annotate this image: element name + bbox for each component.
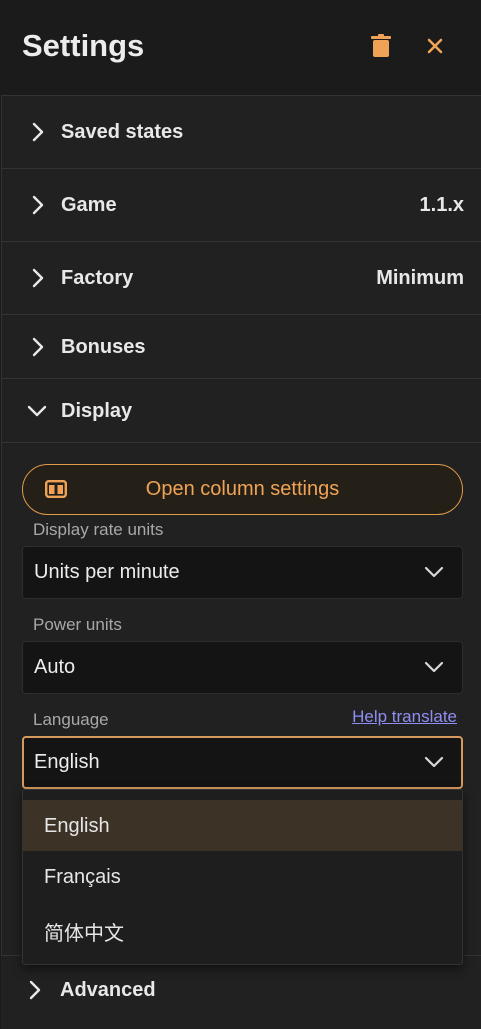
language-option[interactable]: 简体中文 <box>23 902 462 953</box>
chevron-down-icon <box>424 565 444 583</box>
rate-units-label: Display rate units <box>33 520 164 539</box>
chevron-down-icon <box>424 660 444 678</box>
language-value: English <box>34 751 100 773</box>
chevron-right-icon <box>30 337 46 357</box>
section-label: Game <box>61 194 117 216</box>
open-column-settings-button[interactable]: Open column settings <box>22 464 463 515</box>
chevron-down-icon <box>26 401 48 421</box>
section-advanced[interactable]: Advanced <box>1 955 481 1029</box>
language-label: Language <box>33 710 109 729</box>
rate-units-select[interactable]: Units per minute <box>22 546 463 599</box>
chevron-right-icon <box>30 122 46 142</box>
close-button[interactable] <box>419 30 451 62</box>
language-option-label: Français <box>44 866 121 888</box>
power-units-label: Power units <box>33 615 122 634</box>
section-label: Bonuses <box>61 336 146 358</box>
power-units-select[interactable]: Auto <box>22 641 463 694</box>
open-column-settings-label: Open column settings <box>145 478 340 500</box>
trash-icon <box>371 34 391 57</box>
section-label: Saved states <box>61 121 184 143</box>
section-label: Advanced <box>60 979 156 1001</box>
section-value: Minimum <box>376 267 464 289</box>
language-select[interactable]: English <box>22 736 463 789</box>
section-label: Display <box>61 400 133 422</box>
delete-button[interactable] <box>365 30 397 62</box>
section-label: Factory <box>61 267 134 289</box>
help-translate-link[interactable]: Help translate <box>352 707 457 727</box>
settings-header: Settings <box>0 0 481 96</box>
chevron-right-icon <box>30 268 46 288</box>
chevron-right-icon <box>30 195 46 215</box>
section-bonuses[interactable]: Bonuses <box>2 315 481 379</box>
section-saved-states[interactable]: Saved states <box>2 96 481 169</box>
columns-icon <box>45 480 68 503</box>
language-option[interactable]: English <box>23 800 462 851</box>
close-icon <box>427 38 443 54</box>
language-option-label: 简体中文 <box>44 923 124 945</box>
section-game[interactable]: Game 1.1.x <box>2 169 481 242</box>
language-option[interactable]: Français <box>23 851 462 902</box>
page-title: Settings <box>22 28 145 63</box>
power-units-value: Auto <box>34 656 76 678</box>
language-dropdown: English Français 简体中文 <box>22 789 463 965</box>
rate-units-value: Units per minute <box>34 561 180 583</box>
section-display[interactable]: Display <box>2 379 481 443</box>
section-value: 1.1.x <box>419 194 464 216</box>
section-factory[interactable]: Factory Minimum <box>2 242 481 315</box>
chevron-down-icon <box>424 755 444 773</box>
language-option-label: English <box>44 815 110 837</box>
chevron-right-icon <box>29 980 41 1005</box>
